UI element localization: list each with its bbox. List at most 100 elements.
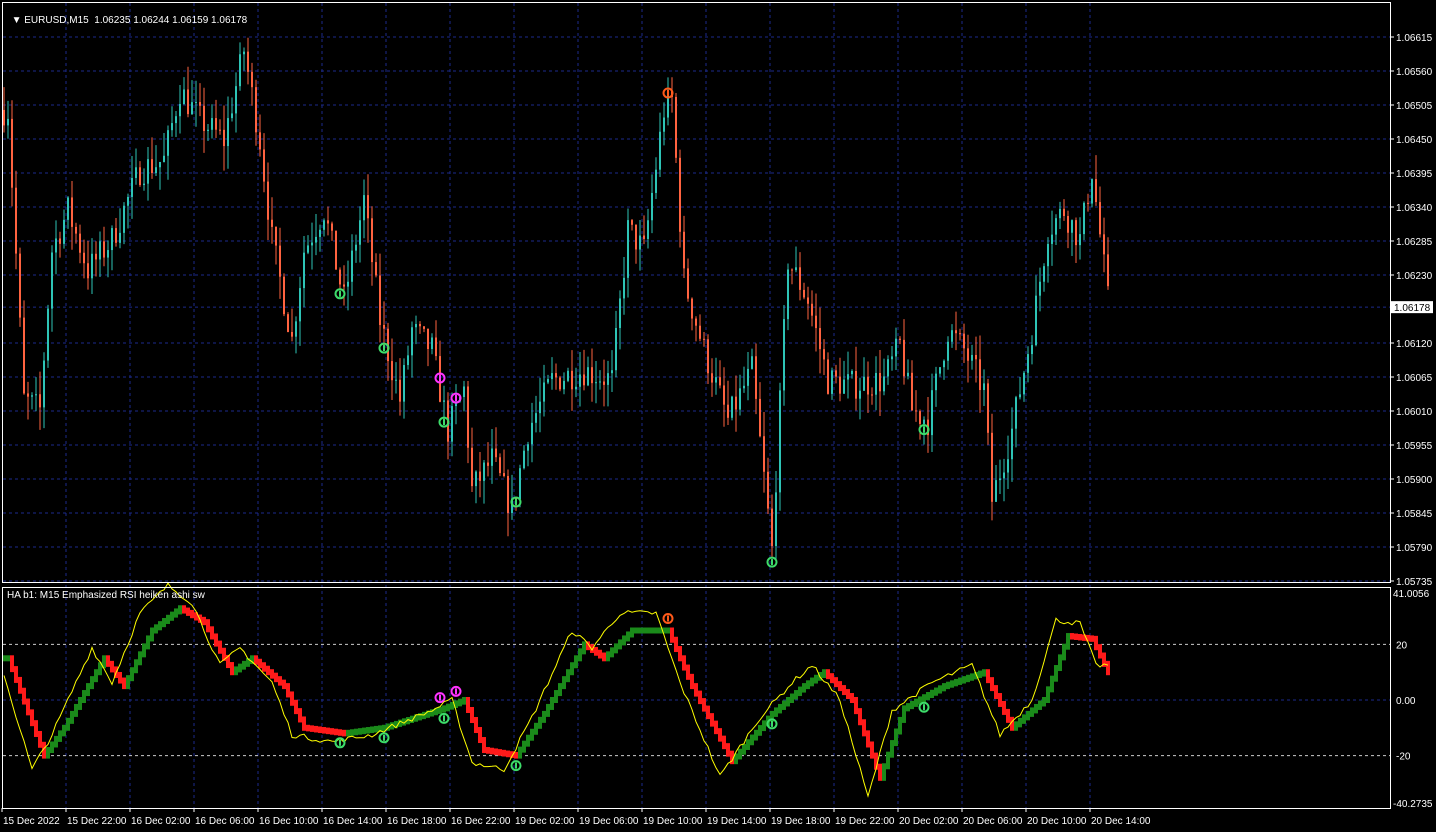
ha-bar xyxy=(298,708,302,723)
ha-bar xyxy=(962,676,966,684)
candle-body xyxy=(179,104,181,117)
ha-bar xyxy=(1006,708,1010,723)
candle-body xyxy=(867,376,869,395)
candle-body xyxy=(219,129,221,131)
ha-bar xyxy=(1038,700,1042,710)
ha-bar xyxy=(858,708,862,726)
candle-body xyxy=(955,330,957,334)
candle-body xyxy=(311,242,313,246)
collapse-triangle-icon[interactable]: ▼ xyxy=(12,15,25,26)
time-label: 16 Dec 14:00 xyxy=(323,816,383,827)
time-label: 20 Dec 14:00 xyxy=(1091,816,1151,827)
ha-bar xyxy=(498,749,502,756)
ha-bar xyxy=(642,627,646,634)
ha-bar xyxy=(262,662,266,672)
ha-bar xyxy=(526,734,530,747)
candle-body xyxy=(375,262,377,276)
chart-canvas[interactable]: 1.06615 1.06560 1.06505 1.06450 1.06395 1.063… xyxy=(0,0,1436,832)
candle-body xyxy=(595,382,597,384)
candle-body xyxy=(1095,179,1097,203)
ha-bar xyxy=(602,652,606,662)
candle-body xyxy=(175,116,177,124)
ha-bar xyxy=(50,741,54,754)
candle-body xyxy=(763,436,765,472)
ha-bar xyxy=(846,689,850,700)
ha-bar xyxy=(714,720,718,735)
candle-body xyxy=(747,368,749,386)
ha-bar xyxy=(270,669,274,679)
ha-bar xyxy=(582,641,586,655)
ha-bar xyxy=(778,703,782,714)
ha-bar xyxy=(214,633,218,647)
ha-bar xyxy=(58,730,62,742)
ha-bar xyxy=(606,651,610,662)
candle-body xyxy=(775,492,777,547)
candle-body xyxy=(103,241,105,258)
candle-body xyxy=(675,96,677,158)
ha-bar xyxy=(302,716,306,731)
ha-bar xyxy=(1106,660,1110,676)
candle-body xyxy=(975,354,977,360)
candle-body xyxy=(47,308,49,361)
candle-body xyxy=(483,462,485,481)
ha-bar xyxy=(894,728,898,747)
candle-body xyxy=(859,390,861,399)
candle-body xyxy=(1031,345,1033,355)
candle-body xyxy=(363,195,365,221)
ha-bar xyxy=(534,722,538,735)
candle-body xyxy=(535,413,537,423)
candle-body xyxy=(495,448,497,458)
ha-bar xyxy=(570,662,574,676)
ha-bar xyxy=(786,697,790,707)
candle-body xyxy=(811,303,813,316)
ha-bar xyxy=(1078,633,1082,641)
ha-bar xyxy=(914,698,918,707)
candle-body xyxy=(819,328,821,350)
ha-bar xyxy=(594,646,598,656)
candle-body xyxy=(463,386,465,398)
ha-bar xyxy=(922,694,926,703)
ha-bar xyxy=(946,681,950,690)
ha-bar xyxy=(206,619,210,633)
ha-bar xyxy=(330,728,334,735)
candle-body xyxy=(699,325,701,339)
ha-bar xyxy=(622,635,626,646)
candle-body xyxy=(879,372,881,392)
time-label: 20 Dec 10:00 xyxy=(1027,816,1087,827)
candle-body xyxy=(639,235,641,250)
candle-body xyxy=(259,132,261,150)
ha-bar xyxy=(834,677,838,688)
candle-body xyxy=(1015,397,1017,429)
time-label: 20 Dec 06:00 xyxy=(963,816,1023,827)
candle-body xyxy=(59,238,61,244)
candle-body xyxy=(475,471,477,487)
candle-body xyxy=(1043,266,1045,282)
candle-body xyxy=(935,373,937,391)
candle-body xyxy=(947,341,949,361)
ha-bar xyxy=(986,669,990,684)
candle-body xyxy=(19,253,21,318)
candle-body xyxy=(787,269,789,320)
ha-bar xyxy=(62,724,66,737)
candle-body xyxy=(607,373,609,385)
time-label: 19 Dec 18:00 xyxy=(771,816,831,827)
candle-body xyxy=(1007,459,1009,473)
candle-body xyxy=(423,326,425,329)
ha-bar xyxy=(794,690,798,700)
price-label: 1.05790 xyxy=(1396,543,1433,554)
ha-bar xyxy=(598,649,602,659)
candle-body xyxy=(907,372,909,377)
ha-bar xyxy=(314,725,318,733)
time-label: 19 Dec 22:00 xyxy=(835,816,895,827)
ha-bar xyxy=(926,691,930,701)
ha-bar xyxy=(462,697,466,705)
candle-body xyxy=(995,480,997,502)
candle-body xyxy=(583,374,585,386)
ha-bar xyxy=(578,648,582,662)
candle-body xyxy=(691,298,693,319)
ha-bar xyxy=(22,687,26,705)
candle-body xyxy=(1019,394,1021,398)
candle-body xyxy=(771,508,773,547)
ha-bar xyxy=(950,680,954,688)
ha-bar xyxy=(350,729,354,736)
